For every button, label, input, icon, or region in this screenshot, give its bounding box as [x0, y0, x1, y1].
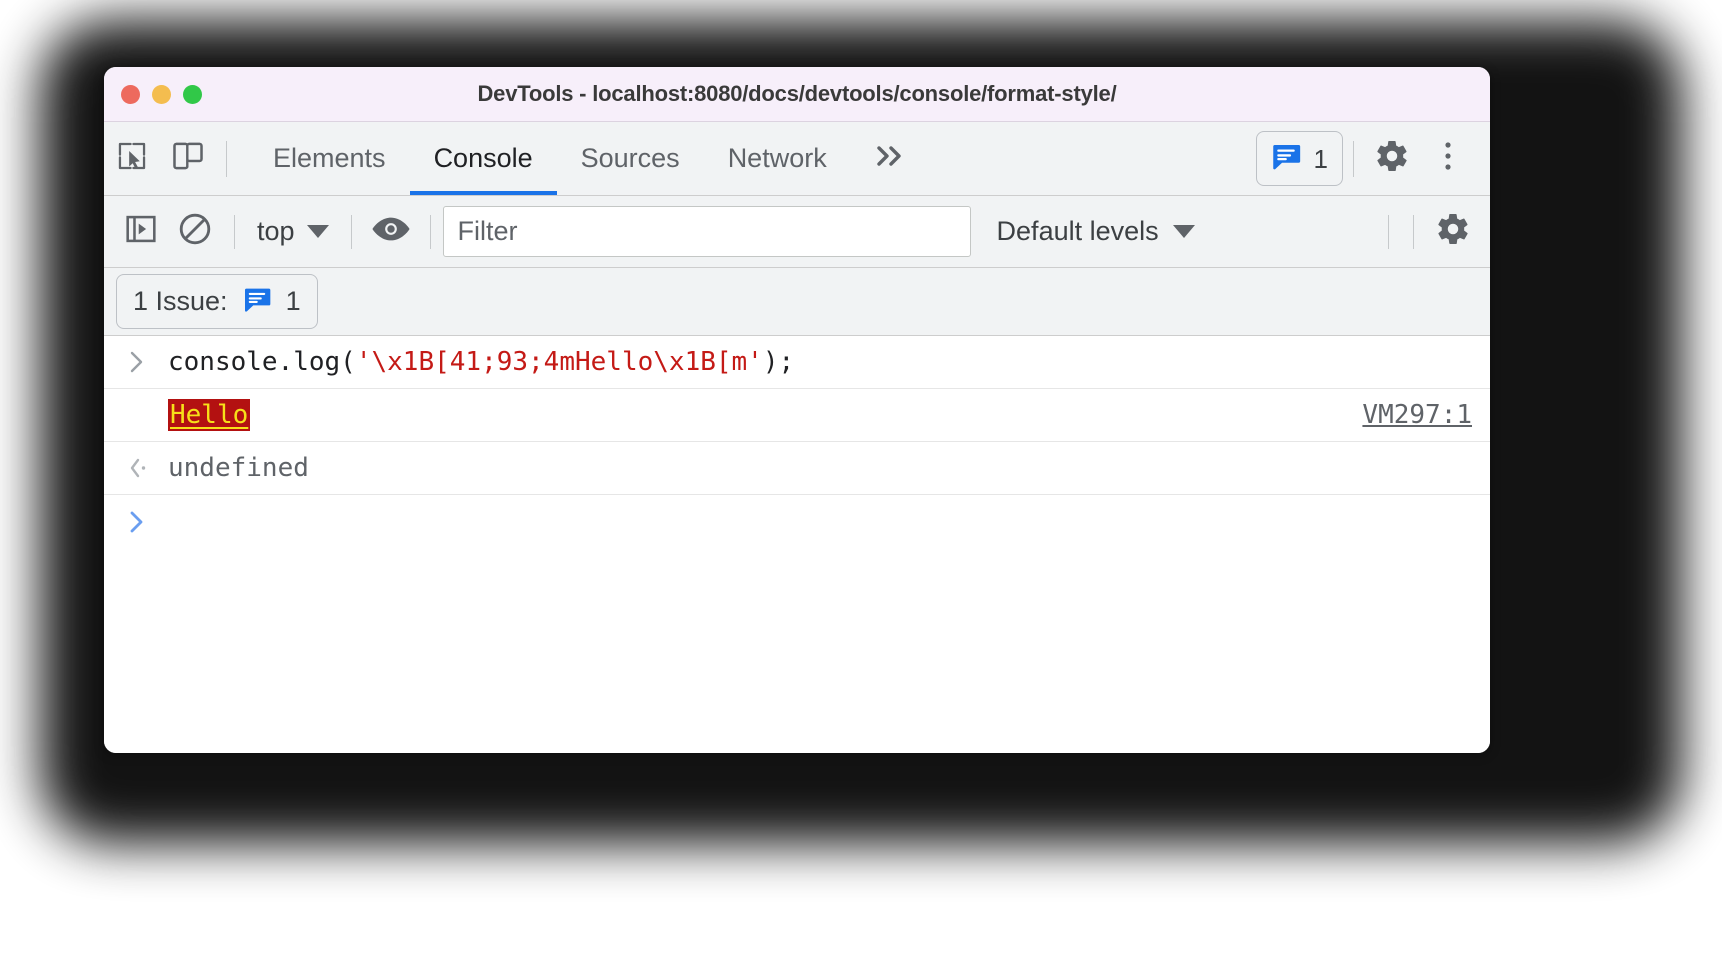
inspect-element-icon: [115, 139, 149, 178]
filter-input[interactable]: [442, 206, 971, 257]
console-prompt-row[interactable]: [104, 495, 1490, 548]
tab-elements[interactable]: Elements: [249, 122, 410, 195]
tab-sources[interactable]: Sources: [557, 122, 704, 195]
tab-console[interactable]: Console: [409, 122, 557, 195]
tab-sources-label: Sources: [580, 143, 680, 173]
devtools-window: DevTools - localhost:8080/docs/devtools/…: [104, 67, 1490, 753]
live-expression-button[interactable]: [364, 205, 418, 259]
tabstrip-right-divider: [1353, 140, 1354, 177]
tab-console-label: Console: [433, 143, 533, 173]
console-toolbar-divider-1: [234, 214, 235, 249]
code-string-literal: '\x1B[41;93;4mHello\x1B[m': [355, 347, 763, 377]
devtools-settings-button[interactable]: [1364, 131, 1420, 187]
execution-context-selector[interactable]: top: [247, 216, 339, 247]
close-window-button[interactable]: [121, 85, 140, 104]
issues-banner-button[interactable]: 1 Issue: 1: [116, 274, 318, 329]
gear-icon: [1374, 138, 1410, 179]
console-toolbar-divider-4: [1388, 214, 1389, 249]
console-toolbar-right: [1376, 205, 1480, 259]
screenshot-root: DevTools - localhost:8080/docs/devtools/…: [0, 0, 1722, 974]
tabstrip-right-cluster: 1: [1255, 122, 1490, 195]
console-input-row: console.log('\x1B[41;93;4mHello\x1B[m');: [104, 336, 1490, 389]
console-settings-button[interactable]: [1426, 205, 1480, 259]
console-result-arrow-icon: [126, 455, 168, 481]
inspect-element-button[interactable]: [104, 131, 160, 187]
console-prompt-chevron-icon: [126, 509, 168, 535]
console-toolbar-divider-3: [429, 214, 431, 249]
chevron-down-icon: [306, 225, 329, 238]
issues-bubble-icon: [241, 283, 273, 320]
eye-icon: [371, 212, 411, 251]
code-prefix: console.log(: [168, 347, 356, 377]
ansi-styled-text: Hello: [168, 399, 251, 431]
kebab-menu-icon: [1433, 138, 1463, 179]
window-titlebar: DevTools - localhost:8080/docs/devtools/…: [104, 67, 1490, 122]
console-toolbar-divider-5: [1413, 214, 1414, 249]
device-toolbar-button[interactable]: [160, 131, 216, 187]
maximize-window-button[interactable]: [183, 85, 202, 104]
clear-console-icon: [177, 211, 213, 252]
console-source-link[interactable]: VM297:1: [1362, 400, 1472, 430]
issues-counter-button[interactable]: 1: [1255, 131, 1343, 186]
console-message-list[interactable]: console.log('\x1B[41;93;4mHello\x1B[m');…: [104, 336, 1490, 753]
issues-banner: 1 Issue: 1: [104, 268, 1490, 336]
console-output-content: Hello: [168, 399, 1362, 431]
clear-console-button[interactable]: [168, 205, 222, 259]
issues-count: 1: [1313, 143, 1328, 174]
execution-context-value: top: [257, 216, 295, 246]
console-sidebar-icon: [124, 212, 158, 251]
chevron-down-icon: [1172, 225, 1195, 238]
double-chevron-right-icon: [873, 142, 909, 175]
tab-elements-label: Elements: [273, 143, 386, 173]
issues-bubble-icon: [1269, 139, 1303, 178]
log-levels-selector[interactable]: Default levels: [997, 216, 1195, 247]
console-result-value: undefined: [168, 453, 309, 483]
console-input-chevron-icon: [126, 349, 168, 375]
devtools-tabstrip: Elements Console Sources Network 1: [104, 122, 1490, 196]
console-settings-gear-icon: [1435, 211, 1471, 252]
issues-banner-count: 1: [285, 286, 301, 316]
more-options-button[interactable]: [1420, 131, 1476, 187]
traffic-lights: [121, 67, 202, 122]
device-toolbar-icon: [171, 139, 205, 178]
tab-network[interactable]: Network: [704, 122, 851, 195]
tabstrip-divider: [226, 140, 227, 177]
issues-banner-label: 1 Issue:: [133, 286, 228, 316]
console-result-row: undefined: [104, 442, 1490, 495]
panel-tabs: Elements Console Sources Network: [249, 122, 931, 195]
log-levels-value: Default levels: [996, 216, 1159, 246]
console-sidebar-toggle-button[interactable]: [114, 205, 168, 259]
code-suffix: );: [762, 347, 795, 377]
console-output-row: Hello VM297:1: [104, 389, 1490, 442]
console-toolbar-divider-2: [350, 214, 352, 249]
console-input-code: console.log('\x1B[41;93;4mHello\x1B[m');: [168, 347, 1472, 377]
tab-network-label: Network: [727, 143, 827, 173]
minimize-window-button[interactable]: [152, 85, 171, 104]
more-tabs-button[interactable]: [851, 142, 931, 175]
window-title: DevTools - localhost:8080/docs/devtools/…: [477, 81, 1117, 106]
console-toolbar: top Default levels: [104, 196, 1490, 268]
